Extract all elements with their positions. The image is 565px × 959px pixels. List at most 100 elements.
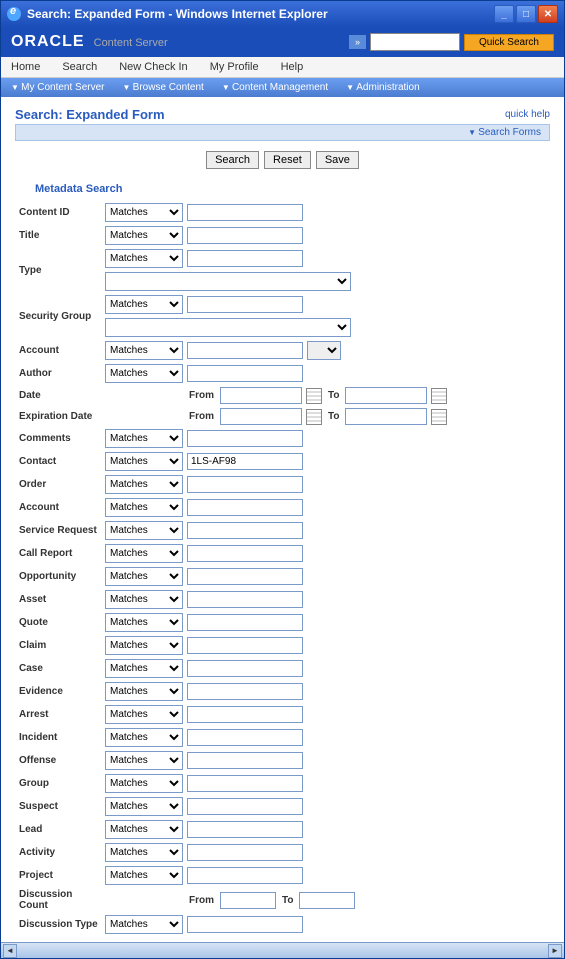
input-expdate-from[interactable] [220,408,302,425]
qs-dropdown-icon[interactable]: » [349,35,366,49]
match-offense[interactable]: Matches [105,751,183,770]
match-claim[interactable]: Matches [105,636,183,655]
input-account[interactable] [187,342,303,359]
input-suspect[interactable] [187,798,303,815]
calendar-icon[interactable] [431,388,447,404]
menu-home[interactable]: Home [9,57,42,77]
match-case[interactable]: Matches [105,659,183,678]
match-order[interactable]: Matches [105,475,183,494]
save-button-top[interactable]: Save [316,151,359,169]
reset-button-top[interactable]: Reset [264,151,311,169]
scroll-right-icon[interactable]: ► [548,944,562,958]
label-quote: Quote [19,617,105,628]
input-group[interactable] [187,775,303,792]
match-opportunity[interactable]: Matches [105,567,183,586]
input-disctype[interactable] [187,916,303,933]
quick-help-link[interactable]: quick help [505,109,550,120]
calendar-icon[interactable] [306,388,322,404]
label-suspect: Suspect [19,801,105,812]
select-type[interactable] [105,272,351,291]
menu-newcheckin[interactable]: New Check In [117,57,189,77]
match-contentid[interactable]: Matches [105,203,183,222]
quick-search-button[interactable]: Quick Search [464,34,554,51]
calendar-icon[interactable] [431,409,447,425]
match-title[interactable]: Matches [105,226,183,245]
label-asset: Asset [19,594,105,605]
titlebar: Search: Expanded Form - Windows Internet… [1,1,564,27]
input-author[interactable] [187,365,303,382]
calendar-icon[interactable] [306,409,322,425]
menu-search[interactable]: Search [60,57,99,77]
metadata-section-header: Metadata Search [35,183,550,195]
input-lead[interactable] [187,821,303,838]
match-suspect[interactable]: Matches [105,797,183,816]
submenu-mycontent[interactable]: My Content Server [9,81,107,94]
input-order[interactable] [187,476,303,493]
input-disccount-from[interactable] [220,892,276,909]
search-forms-dropdown[interactable]: Search Forms [15,124,550,141]
input-contentid[interactable] [187,204,303,221]
input-comments[interactable] [187,430,303,447]
match-asset[interactable]: Matches [105,590,183,609]
match-svcreq[interactable]: Matches [105,521,183,540]
match-group[interactable]: Matches [105,774,183,793]
match-secgroup[interactable]: Matches [105,295,183,314]
input-svcreq[interactable] [187,522,303,539]
match-project[interactable]: Matches [105,866,183,885]
input-disccount-to[interactable] [299,892,355,909]
input-type[interactable] [187,250,303,267]
minimize-button[interactable]: _ [494,5,514,23]
submenu-browse[interactable]: Browse Content [121,81,206,94]
menu-myprofile[interactable]: My Profile [208,57,261,77]
quick-search-input[interactable] [370,33,460,51]
match-evidence[interactable]: Matches [105,682,183,701]
match-arrest[interactable]: Matches [105,705,183,724]
match-quote[interactable]: Matches [105,613,183,632]
input-opportunity[interactable] [187,568,303,585]
input-project[interactable] [187,867,303,884]
horizontal-scrollbar[interactable]: ◄ ► [1,942,564,958]
input-quote[interactable] [187,614,303,631]
select-account[interactable] [307,341,341,360]
match-account2[interactable]: Matches [105,498,183,517]
input-date-to[interactable] [345,387,427,404]
match-callreport[interactable]: Matches [105,544,183,563]
match-account[interactable]: Matches [105,341,183,360]
input-date-from[interactable] [220,387,302,404]
scroll-left-icon[interactable]: ◄ [3,944,17,958]
input-account2[interactable] [187,499,303,516]
match-incident[interactable]: Matches [105,728,183,747]
search-button-top[interactable]: Search [206,151,259,169]
match-type[interactable]: Matches [105,249,183,268]
input-activity[interactable] [187,844,303,861]
input-contact[interactable] [187,453,303,470]
input-claim[interactable] [187,637,303,654]
input-incident[interactable] [187,729,303,746]
disccount-to-label: To [280,895,295,906]
match-author[interactable]: Matches [105,364,183,383]
select-secgroup[interactable] [105,318,351,337]
submenu-contentmgmt[interactable]: Content Management [220,81,330,94]
match-disctype[interactable]: Matches [105,915,183,934]
label-contentid: Content ID [19,207,105,218]
window-title: Search: Expanded Form - Windows Internet… [27,7,328,21]
match-lead[interactable]: Matches [105,820,183,839]
input-secgroup[interactable] [187,296,303,313]
input-callreport[interactable] [187,545,303,562]
match-activity[interactable]: Matches [105,843,183,862]
match-comments[interactable]: Matches [105,429,183,448]
maximize-button[interactable]: □ [516,5,536,23]
input-title[interactable] [187,227,303,244]
input-expdate-to[interactable] [345,408,427,425]
input-asset[interactable] [187,591,303,608]
menu-help[interactable]: Help [279,57,306,77]
input-offense[interactable] [187,752,303,769]
date-from-label: From [187,390,216,401]
submenu-admin[interactable]: Administration [344,81,422,94]
match-contact[interactable]: Matches [105,452,183,471]
label-order: Order [19,479,105,490]
close-button[interactable]: ✕ [538,5,558,23]
input-arrest[interactable] [187,706,303,723]
input-evidence[interactable] [187,683,303,700]
input-case[interactable] [187,660,303,677]
